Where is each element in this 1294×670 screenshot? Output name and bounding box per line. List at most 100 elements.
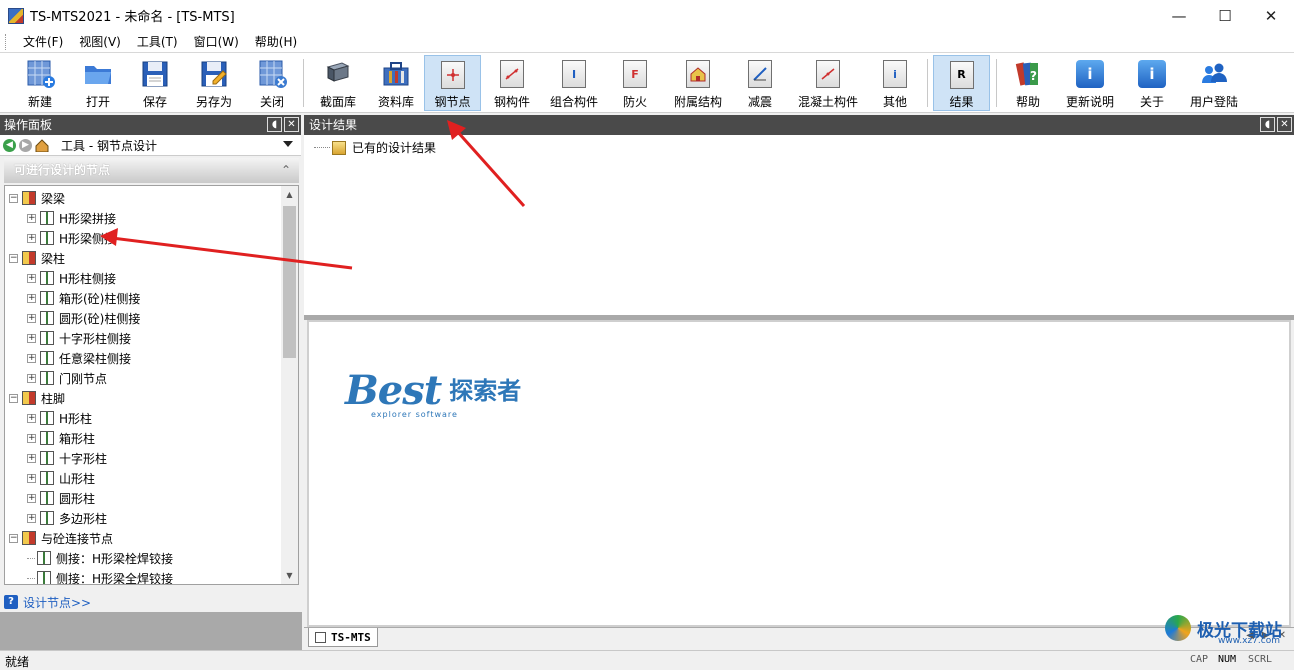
tree-item[interactable]: + H形梁侧接 [27, 228, 116, 248]
maximize-button[interactable]: ☐ [1202, 0, 1248, 31]
damping-button[interactable]: 减震 [740, 55, 780, 111]
close-window-button[interactable]: ✕ [1248, 0, 1294, 31]
expand-icon[interactable]: + [27, 213, 36, 223]
design-joint-link-text[interactable]: 设计节点>> [23, 594, 91, 611]
user-login-button[interactable]: 用户登陆 [1186, 55, 1242, 111]
collapse-chevron-icon[interactable]: ⌃ [281, 158, 291, 183]
expand-icon[interactable]: + [27, 273, 36, 283]
tab-ts-mts[interactable]: TS-MTS [308, 628, 378, 647]
expand-icon[interactable]: + [27, 313, 36, 323]
tree-item[interactable]: + H形柱 [27, 408, 92, 428]
open-button[interactable]: 打开 [78, 55, 118, 111]
tree-connector [27, 557, 35, 559]
collapse-icon[interactable]: − [9, 253, 18, 263]
expand-icon[interactable]: + [27, 413, 36, 423]
scroll-thumb[interactable] [283, 206, 296, 358]
collapse-icon[interactable]: − [9, 193, 18, 203]
menu-help[interactable]: 帮助(H) [247, 31, 305, 53]
tree-connector [314, 147, 330, 148]
section-library-button[interactable]: 截面库 [316, 55, 360, 111]
forward-icon[interactable]: ▶ [19, 138, 32, 152]
expand-icon[interactable]: + [27, 233, 36, 243]
expand-icon[interactable]: + [27, 333, 36, 343]
tree-item[interactable]: + 圆形(砼)柱侧接 [27, 308, 140, 328]
pin-icon[interactable]: ◖ [1260, 117, 1275, 132]
document-view[interactable]: Best 探索者 explorer software [307, 320, 1291, 627]
tree-item[interactable]: + 任意梁柱侧接 [27, 348, 131, 368]
tree-item[interactable]: + 门刚节点 [27, 368, 107, 388]
expand-icon[interactable]: + [27, 473, 36, 483]
expand-icon[interactable]: + [27, 493, 36, 503]
tree-item[interactable]: + 十字形柱 [27, 448, 107, 468]
close-panel-icon[interactable]: ✕ [1277, 117, 1292, 132]
collapse-icon[interactable]: − [9, 533, 18, 543]
menu-tools[interactable]: 工具(T) [129, 31, 186, 53]
concrete-member-button[interactable]: 混凝土构件 [795, 55, 861, 111]
save-button[interactable]: 保存 [135, 55, 175, 111]
tree-label: 山形柱 [59, 471, 96, 486]
steel-joint-button[interactable]: 钢节点 [424, 55, 481, 111]
tree-category[interactable]: − 梁梁 [9, 188, 65, 208]
fire-button[interactable]: F 防火 [615, 55, 655, 111]
tree-item[interactable]: + H形柱侧接 [27, 268, 116, 288]
expand-icon[interactable]: + [27, 353, 36, 363]
new-button[interactable]: 新建 [20, 55, 60, 111]
tree-category[interactable]: − 与砼连接节点 [9, 528, 113, 548]
tree-item[interactable]: 侧接：H形梁栓焊铰接 [27, 548, 173, 568]
update-notes-button[interactable]: i 更新说明 [1062, 55, 1118, 111]
collapse-icon[interactable]: − [9, 393, 18, 403]
floppy-disk-icon [140, 59, 170, 89]
tree-item[interactable]: + 山形柱 [27, 468, 95, 488]
tree-item[interactable]: + 多边形柱 [27, 508, 107, 528]
existing-results-item[interactable]: 已有的设计结果 [314, 139, 436, 156]
expand-icon[interactable]: + [27, 453, 36, 463]
auxiliary-structure-button[interactable]: 附属结构 [670, 55, 726, 111]
composite-member-button[interactable]: I 组合构件 [547, 55, 601, 111]
tree-item[interactable]: 侧接：H形梁全焊铰接 [27, 568, 173, 584]
auxiliary-structure-label: 附属结构 [673, 95, 722, 109]
tree-item[interactable]: + 圆形柱 [27, 488, 95, 508]
tree-label: 十字形柱 [59, 451, 108, 466]
menu-file[interactable]: 文件(F) [15, 31, 71, 53]
close-button[interactable]: 关闭 [252, 55, 292, 111]
tree-category[interactable]: − 柱脚 [9, 388, 65, 408]
save-as-button[interactable]: 另存为 [190, 55, 238, 111]
menu-view[interactable]: 视图(V) [71, 31, 129, 53]
tree-item[interactable]: + 箱形(砼)柱侧接 [27, 288, 140, 308]
results-button[interactable]: R 结果 [933, 55, 990, 111]
scroll-down-icon[interactable]: ▼ [281, 567, 298, 584]
back-icon[interactable]: ◀ [3, 138, 16, 152]
tool-selector[interactable]: 工具 - 钢节点设计 [61, 137, 157, 154]
other-button[interactable]: i 其他 [875, 55, 915, 111]
expand-icon[interactable]: + [27, 433, 36, 443]
scroll-up-icon[interactable]: ▲ [281, 186, 298, 203]
window-controls: — ☐ ✕ [1156, 0, 1294, 31]
expand-icon[interactable]: + [27, 373, 36, 383]
steel-member-button[interactable]: 钢构件 [490, 55, 534, 111]
designable-joints-section[interactable]: 可进行设计的节点 ⌃ [4, 158, 299, 183]
save-as-icon [199, 59, 229, 89]
tree-category[interactable]: − 梁柱 [9, 248, 65, 268]
expand-icon[interactable]: + [27, 513, 36, 523]
about-info-icon: i [1137, 59, 1167, 89]
help-button[interactable]: ? 帮助 [1008, 55, 1048, 111]
expand-icon[interactable]: + [27, 293, 36, 303]
tree-scrollbar[interactable]: ▲ ▼ [281, 186, 298, 584]
help-label: 帮助 [1015, 95, 1040, 109]
best-watermark-logo: Best 探索者 [345, 367, 521, 414]
home-icon[interactable] [35, 138, 49, 152]
pin-icon[interactable]: ◖ [267, 117, 282, 132]
about-button[interactable]: i 关于 [1132, 55, 1172, 111]
design-results-header: 设计结果 ◖ ✕ [304, 115, 1294, 135]
results-label: 结果 [949, 95, 974, 109]
material-library-button[interactable]: 资料库 [374, 55, 418, 111]
menu-window[interactable]: 窗口(W) [186, 31, 247, 53]
dropdown-arrow-icon[interactable] [283, 141, 293, 147]
close-panel-icon[interactable]: ✕ [284, 117, 299, 132]
tree-item[interactable]: + H形梁拼接 [27, 208, 116, 228]
concrete-member-label: 混凝土构件 [797, 95, 858, 109]
design-joint-link[interactable]: ? 设计节点>> [4, 592, 299, 612]
minimize-button[interactable]: — [1156, 0, 1202, 31]
tree-item[interactable]: + 箱形柱 [27, 428, 95, 448]
tree-item[interactable]: + 十字形柱侧接 [27, 328, 131, 348]
